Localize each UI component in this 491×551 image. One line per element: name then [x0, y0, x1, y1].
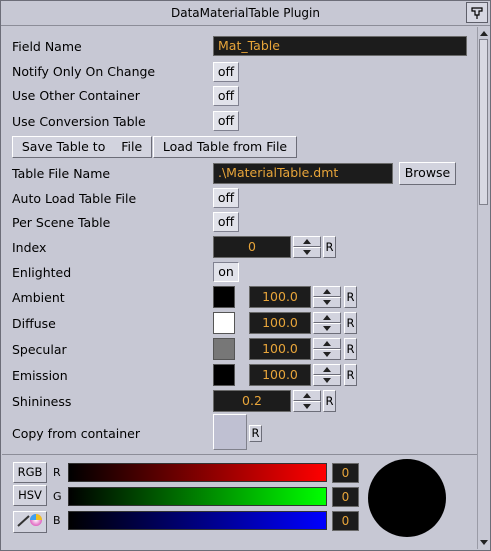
- arrow-up-icon[interactable]: [293, 390, 321, 401]
- shininess-value[interactable]: 0.2: [213, 390, 291, 412]
- index-label: Index: [12, 240, 47, 255]
- copy-from-container-label: Copy from container: [12, 426, 140, 441]
- diffuse-value[interactable]: 100.0: [249, 312, 311, 334]
- shininess-reset-button[interactable]: R: [323, 390, 336, 412]
- index-reset-button[interactable]: R: [323, 236, 336, 258]
- hsv-mode-button[interactable]: HSV: [13, 485, 47, 506]
- red-channel-slider[interactable]: [68, 463, 327, 482]
- plugin-window: DataMaterialTable Plugin Field Name Mat_…: [0, 0, 491, 551]
- specular-reset-button[interactable]: R: [344, 338, 357, 360]
- scroll-down-icon[interactable]: [479, 538, 489, 548]
- green-channel-slider[interactable]: [68, 487, 327, 506]
- color-picker-icon[interactable]: [13, 511, 47, 533]
- arrow-down-icon[interactable]: [293, 401, 321, 412]
- browse-button[interactable]: Browse: [399, 162, 456, 185]
- load-table-button[interactable]: Load Table from File: [153, 136, 297, 158]
- scrollbar-thumb[interactable]: [479, 39, 488, 205]
- ambient-stepper[interactable]: [313, 286, 341, 308]
- emission-color-swatch[interactable]: [213, 364, 235, 386]
- specular-value[interactable]: 100.0: [249, 338, 311, 360]
- shininess-stepper[interactable]: [293, 390, 321, 412]
- field-name-input[interactable]: Mat_Table: [213, 36, 467, 56]
- pin-icon[interactable]: [466, 2, 488, 23]
- per-scene-table-label: Per Scene Table: [12, 215, 111, 230]
- diffuse-stepper[interactable]: [313, 312, 341, 334]
- arrow-down-icon[interactable]: [313, 375, 341, 386]
- arrow-up-icon[interactable]: [313, 312, 341, 323]
- ambient-reset-button[interactable]: R: [344, 286, 357, 308]
- index-stepper[interactable]: [293, 236, 321, 258]
- vertical-scrollbar[interactable]: [477, 27, 489, 549]
- arrow-down-icon[interactable]: [313, 297, 341, 308]
- window-title: DataMaterialTable Plugin: [171, 6, 320, 20]
- notify-only-on-change-toggle[interactable]: off: [213, 62, 239, 82]
- use-other-container-toggle[interactable]: off: [213, 86, 239, 106]
- specular-color-swatch[interactable]: [213, 338, 235, 360]
- green-channel-label: G: [53, 490, 62, 503]
- red-channel-value[interactable]: 0: [332, 463, 359, 483]
- emission-value[interactable]: 100.0: [249, 364, 311, 386]
- emission-stepper[interactable]: [313, 364, 341, 386]
- blue-channel-label: B: [53, 514, 61, 527]
- field-name-label: Field Name: [12, 39, 82, 54]
- use-other-container-label: Use Other Container: [12, 88, 140, 103]
- table-file-name-input[interactable]: .\MaterialTable.dmt: [213, 163, 393, 184]
- arrow-up-icon[interactable]: [313, 286, 341, 297]
- enlighted-toggle[interactable]: on: [213, 262, 239, 282]
- ambient-label: Ambient: [12, 290, 65, 305]
- diffuse-reset-button[interactable]: R: [344, 312, 357, 334]
- ambient-value[interactable]: 100.0: [249, 286, 311, 308]
- index-value[interactable]: 0: [213, 236, 291, 258]
- blue-channel-value[interactable]: 0: [332, 511, 359, 531]
- green-channel-value[interactable]: 0: [332, 487, 359, 507]
- emission-label: Emission: [12, 368, 68, 383]
- auto-load-table-file-label: Auto Load Table File: [12, 191, 137, 206]
- rgb-mode-button[interactable]: RGB: [13, 462, 47, 483]
- save-table-button[interactable]: Save Table to File: [12, 136, 152, 158]
- table-file-name-label: Table File Name: [12, 166, 111, 181]
- emission-reset-button[interactable]: R: [344, 364, 357, 386]
- copy-from-container-dropzone[interactable]: [213, 414, 247, 450]
- diffuse-label: Diffuse: [12, 316, 56, 331]
- per-scene-table-toggle[interactable]: off: [213, 212, 239, 232]
- notify-only-on-change-label: Notify Only On Change: [12, 64, 156, 79]
- red-channel-label: R: [53, 466, 61, 479]
- divider: [2, 454, 477, 455]
- color-preview: [368, 459, 446, 537]
- arrow-up-icon[interactable]: [313, 338, 341, 349]
- shininess-label: Shininess: [12, 394, 72, 409]
- scroll-up-icon[interactable]: [479, 28, 489, 38]
- use-conversion-table-toggle[interactable]: off: [213, 111, 239, 131]
- arrow-up-icon[interactable]: [313, 364, 341, 375]
- arrow-down-icon[interactable]: [313, 349, 341, 360]
- copy-from-container-reset-button[interactable]: R: [249, 425, 262, 442]
- enlighted-label: Enlighted: [12, 265, 72, 280]
- title-bar: DataMaterialTable Plugin: [1, 1, 490, 26]
- auto-load-table-file-toggle[interactable]: off: [213, 188, 239, 208]
- arrow-down-icon[interactable]: [313, 323, 341, 334]
- specular-stepper[interactable]: [313, 338, 341, 360]
- use-conversion-table-label: Use Conversion Table: [12, 114, 146, 129]
- ambient-color-swatch[interactable]: [213, 286, 235, 308]
- arrow-down-icon[interactable]: [293, 247, 321, 258]
- blue-channel-slider[interactable]: [68, 511, 327, 530]
- diffuse-color-swatch[interactable]: [213, 312, 235, 334]
- specular-label: Specular: [12, 342, 67, 357]
- arrow-up-icon[interactable]: [293, 236, 321, 247]
